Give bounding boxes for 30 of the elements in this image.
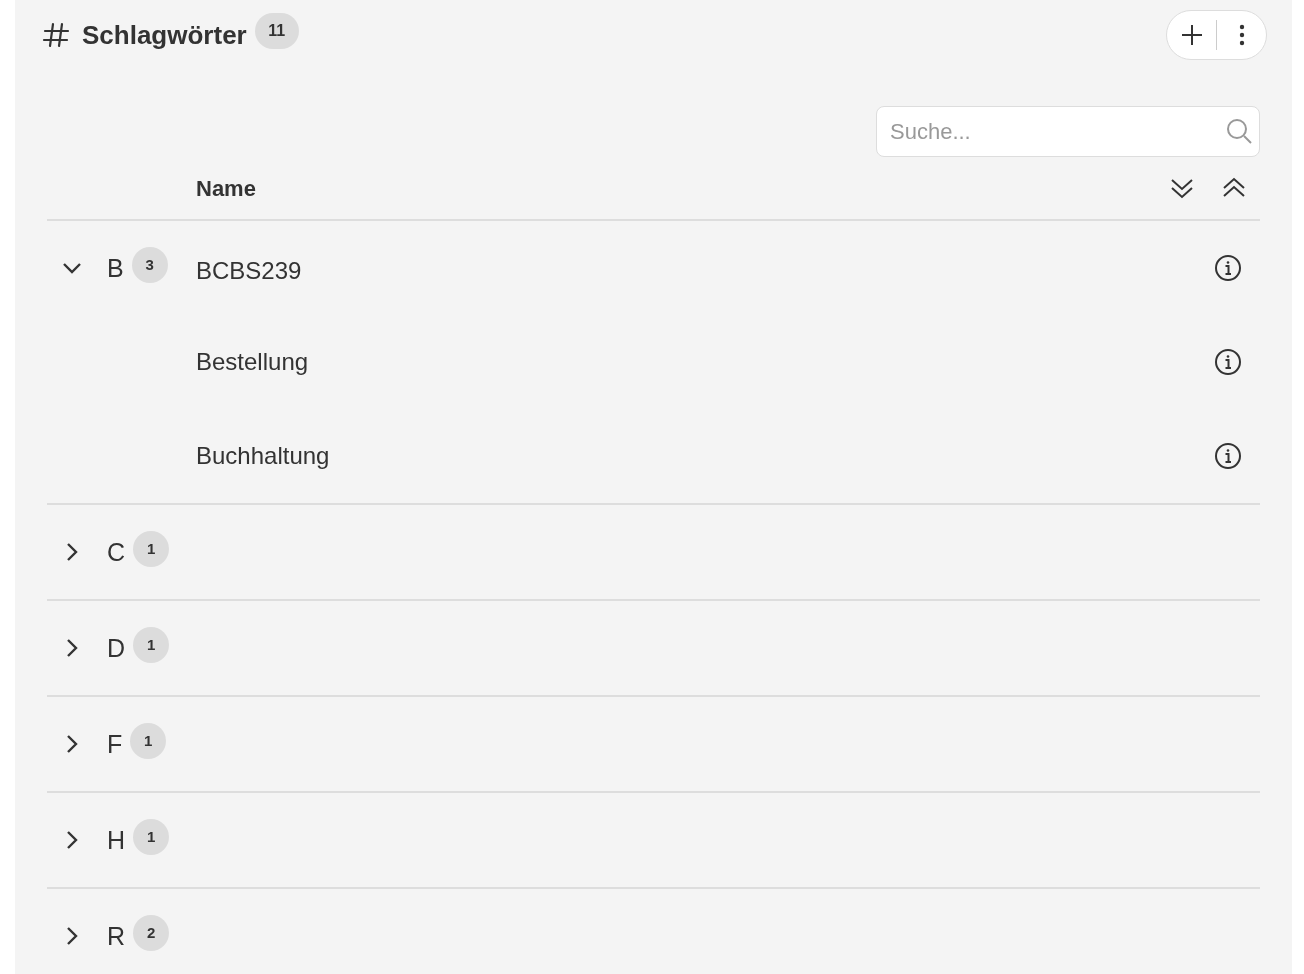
expand-all-button[interactable] [1170, 176, 1194, 200]
info-icon[interactable] [1214, 254, 1242, 282]
count-badge: 1 [133, 531, 170, 567]
count-badge: 1 [130, 723, 167, 759]
count-badge: 3 [131, 247, 168, 283]
group-letter: R [107, 923, 126, 949]
count-badge: 11 [254, 13, 299, 49]
collapse-all-button[interactable] [1222, 176, 1246, 200]
column-header[interactable]: Name [196, 171, 256, 205]
tag-name[interactable]: Buchhaltung [196, 438, 330, 474]
group-letter: D [107, 635, 126, 661]
tag-name[interactable]: BCBS239 [196, 253, 302, 289]
group-letter: C [107, 539, 126, 565]
plus-icon [1180, 24, 1203, 46]
group-letter: H [107, 827, 126, 853]
double-chevron-down-icon [1170, 176, 1194, 200]
count-badge: 1 [133, 627, 170, 663]
group-letter: B [107, 255, 124, 281]
group-letter: F [107, 731, 123, 757]
search-field[interactable]: Suche... [876, 106, 1260, 157]
count-badge: 1 [133, 819, 170, 855]
more-icon [1238, 24, 1245, 46]
hashtag-icon [42, 21, 70, 49]
panel-title: Schlagwörter [82, 18, 247, 52]
tag-name[interactable]: Bestellung [196, 344, 309, 380]
count-badge: 2 [133, 915, 170, 951]
search-icon [1226, 118, 1252, 144]
double-chevron-up-icon [1222, 176, 1246, 200]
info-icon[interactable] [1214, 348, 1242, 376]
info-icon[interactable] [1214, 442, 1242, 470]
